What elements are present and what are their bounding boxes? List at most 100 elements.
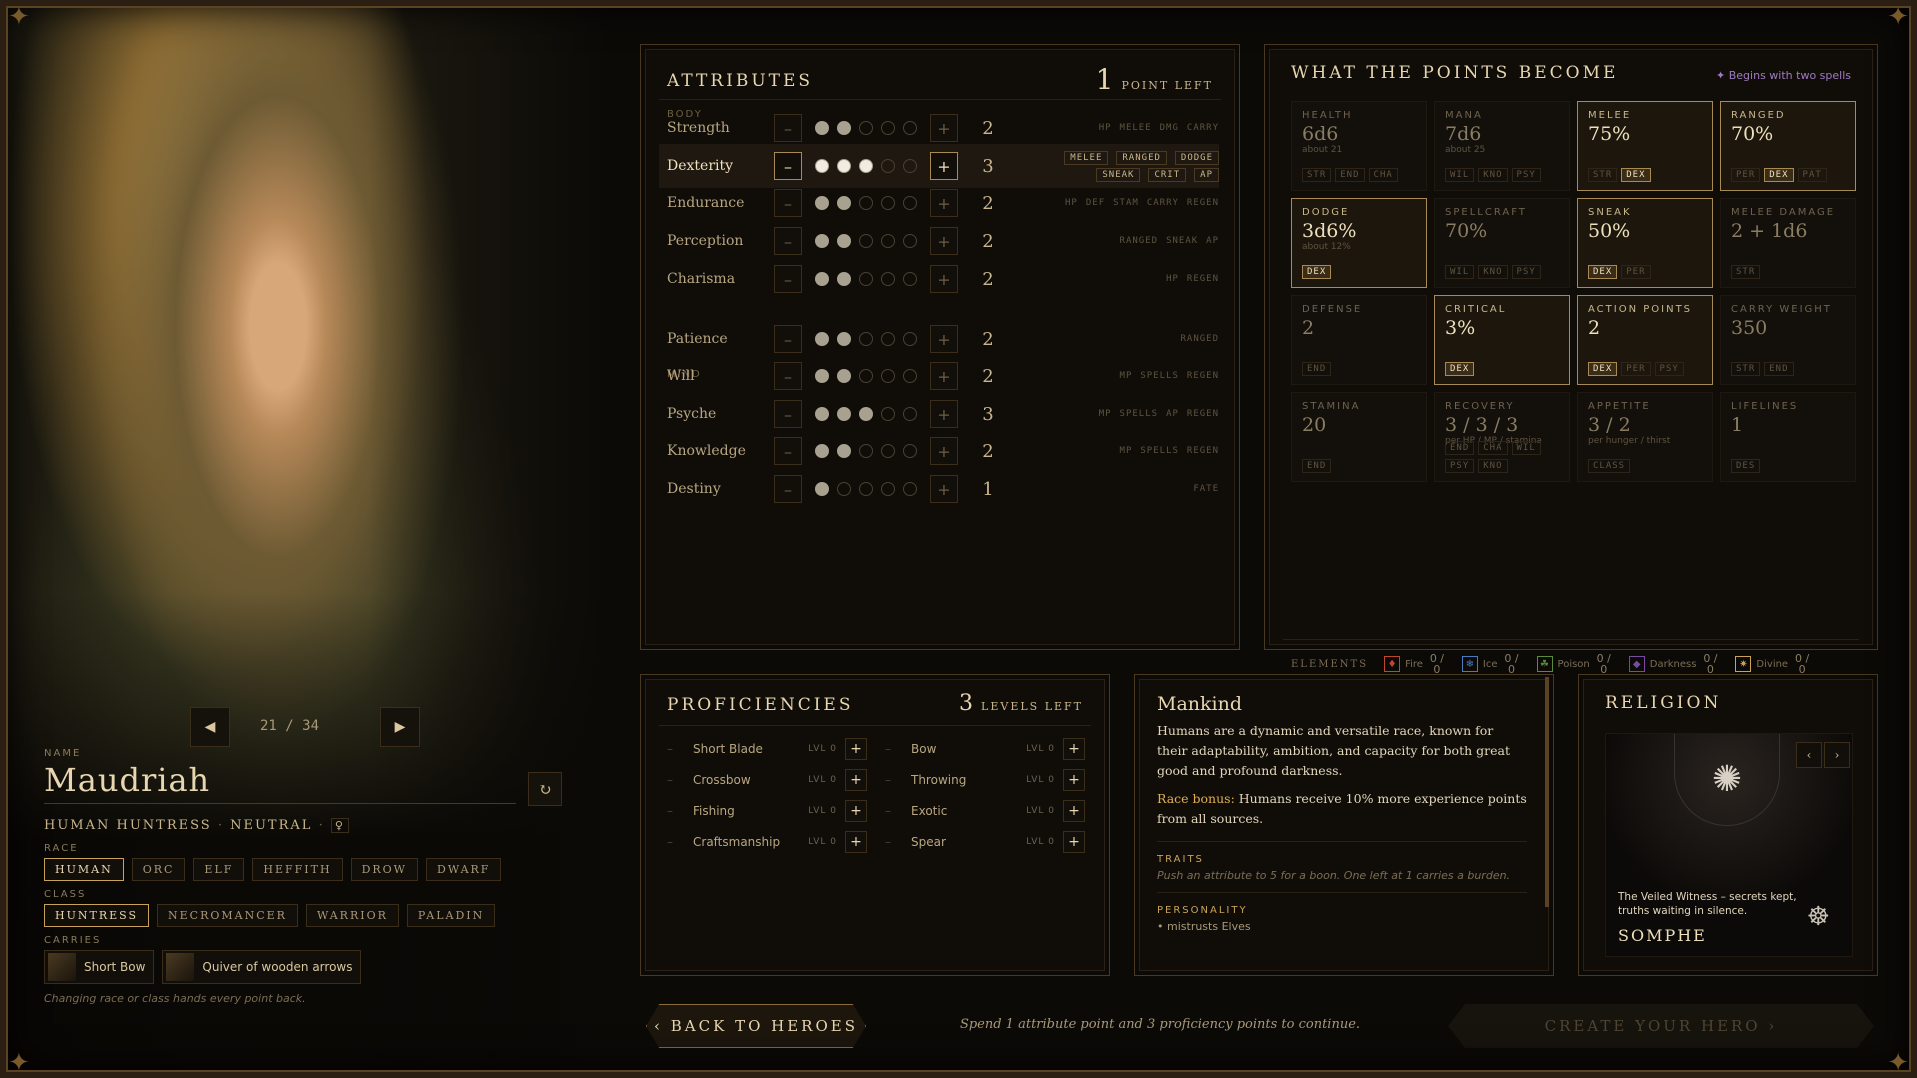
attribute-row-charisma: Charisma – +2 HP REGEN (659, 257, 1219, 301)
traits-label: TRAITS (1157, 854, 1204, 865)
deity-card[interactable]: ✺ ‹ › The Veiled Witness – secrets kept,… (1605, 733, 1853, 957)
increase-psyche-button[interactable]: + (930, 400, 958, 428)
class-option-paladin[interactable]: PALADIN (406, 904, 496, 927)
attribute-name: Endurance (667, 195, 745, 211)
next-portrait-button[interactable]: ▶ (380, 707, 420, 747)
stat-value: 2 + 1d6 (1731, 220, 1808, 242)
decrease-destiny-button[interactable]: – (774, 475, 802, 503)
class-option-huntress[interactable]: HUNTRESS (44, 904, 150, 927)
attribute-value: 2 (982, 192, 994, 214)
stat-label: SPELLCRAFT (1445, 207, 1527, 218)
increase-will-button[interactable]: + (930, 362, 958, 390)
race-option-drow[interactable]: DROW (350, 858, 418, 881)
decrease-will-button[interactable]: – (774, 362, 802, 390)
source-tag: WIL (1445, 265, 1475, 279)
race-option-orc[interactable]: ORC (131, 858, 186, 881)
create-hero-button[interactable]: CREATE YOUR HERO › (1448, 1004, 1874, 1048)
increase-spear-button[interactable]: + (1063, 831, 1085, 853)
deity-emblem-icon: ☸ (1806, 902, 1830, 932)
increase-craftsmanship-button[interactable]: + (845, 831, 867, 853)
dot (903, 159, 917, 173)
refresh-icon: ↻ (538, 779, 552, 799)
attribute-effects: MP SPELLS REGEN (1018, 446, 1219, 456)
proficiency-craftsmanship: – Craftsmanship LVL 0 + (667, 828, 867, 856)
decrease-patience-button[interactable]: – (774, 325, 802, 353)
race-option-human[interactable]: HUMAN (44, 858, 124, 881)
decrease-throwing-button[interactable]: – (885, 773, 903, 787)
description-scrollbar[interactable] (1545, 677, 1549, 907)
decrease-strength-button[interactable]: – (774, 114, 802, 142)
race-option-elf[interactable]: ELF (193, 858, 245, 881)
race-option-dwarf[interactable]: DWARF (426, 858, 502, 881)
dot (859, 369, 873, 383)
stat-value: 70% (1731, 123, 1774, 145)
increase-exotic-button[interactable]: + (1063, 800, 1085, 822)
item-short-bow[interactable]: Short Bow (44, 950, 155, 984)
decrease-charisma-button[interactable]: – (774, 265, 802, 293)
stat-critical: CRITICAL 3% DEX (1434, 295, 1570, 385)
source-tag: KNO (1478, 265, 1508, 279)
proficiency-level: LVL 0 (1026, 744, 1055, 754)
race-option-heffith[interactable]: HEFFITH (252, 858, 343, 881)
reroll-name-button[interactable]: ↻ (528, 772, 562, 806)
source-tag: DES (1731, 459, 1761, 473)
effect-tag: RANGED (1180, 334, 1219, 344)
source-tag: PER (1621, 265, 1651, 279)
stat-value: 75% (1588, 123, 1631, 145)
class-option-warrior[interactable]: WARRIOR (305, 904, 399, 927)
decrease-crossbow-button[interactable]: – (667, 773, 685, 787)
increase-dexterity-button[interactable]: + (930, 152, 958, 180)
stat-note: about 12% (1302, 242, 1351, 252)
spells-badge: ✦ Begins with two spells (1716, 69, 1851, 82)
increase-perception-button[interactable]: + (930, 227, 958, 255)
increase-destiny-button[interactable]: + (930, 475, 958, 503)
increase-bow-button[interactable]: + (1063, 738, 1085, 760)
decrease-craftsmanship-button[interactable]: – (667, 835, 685, 849)
effect-tag: MELEE (1064, 150, 1109, 165)
increase-patience-button[interactable]: + (930, 325, 958, 353)
attribute-value: 2 (982, 268, 994, 290)
attribute-effects: HP MELEE DMG CARRY (1018, 123, 1219, 133)
increase-short-blade-button[interactable]: + (845, 738, 867, 760)
item-quiver[interactable]: Quiver of wooden arrows (162, 950, 362, 984)
chevron-left-icon: ‹ (1806, 748, 1812, 762)
hero-alignment: NEUTRAL (230, 818, 313, 833)
proficiency-points-left: 3 LEVELS LEFT (959, 691, 1083, 716)
decrease-bow-button[interactable]: – (885, 742, 903, 756)
decrease-spear-button[interactable]: – (885, 835, 903, 849)
decrease-exotic-button[interactable]: – (885, 804, 903, 818)
increase-strength-button[interactable]: + (930, 114, 958, 142)
decrease-endurance-button[interactable]: – (774, 189, 802, 217)
hero-name[interactable]: Maudriah (44, 761, 524, 799)
increase-crossbow-button[interactable]: + (845, 769, 867, 791)
deity-name: SOMPHE (1618, 926, 1707, 945)
decrease-knowledge-button[interactable]: – (774, 437, 802, 465)
next-deity-button[interactable]: › (1824, 742, 1850, 768)
source-tag: WIL (1445, 168, 1475, 182)
decrease-psyche-button[interactable]: – (774, 400, 802, 428)
increase-fishing-button[interactable]: + (845, 800, 867, 822)
prev-portrait-button[interactable]: ◀ (190, 707, 230, 747)
decrease-perception-button[interactable]: – (774, 227, 802, 255)
stats-title: WHAT THE POINTS BECOME (1291, 63, 1619, 83)
decrease-short-blade-button[interactable]: – (667, 742, 685, 756)
dot (859, 234, 873, 248)
dot (837, 272, 851, 286)
decrease-dexterity-button[interactable]: – (774, 152, 802, 180)
element-ice: ❄ Ice 0 / 0 (1461, 653, 1521, 675)
increase-knowledge-button[interactable]: + (930, 437, 958, 465)
class-option-necromancer[interactable]: NECROMANCER (157, 904, 298, 927)
proficiency-exotic: – Exotic LVL 0 + (885, 797, 1085, 825)
carries-label: CARRIES (44, 935, 102, 946)
source-tag: END (1302, 362, 1332, 376)
increase-endurance-button[interactable]: + (930, 189, 958, 217)
effect-tag: DMG (1159, 123, 1179, 133)
effect-tag: CARRY (1186, 123, 1219, 133)
increase-throwing-button[interactable]: + (1063, 769, 1085, 791)
attribute-name: Dexterity (667, 158, 734, 174)
increase-charisma-button[interactable]: + (930, 265, 958, 293)
stat-sources: STR (1731, 265, 1761, 279)
prev-deity-button[interactable]: ‹ (1796, 742, 1822, 768)
back-to-heroes-button[interactable]: ‹ BACK TO HEROES (646, 1004, 866, 1048)
decrease-fishing-button[interactable]: – (667, 804, 685, 818)
